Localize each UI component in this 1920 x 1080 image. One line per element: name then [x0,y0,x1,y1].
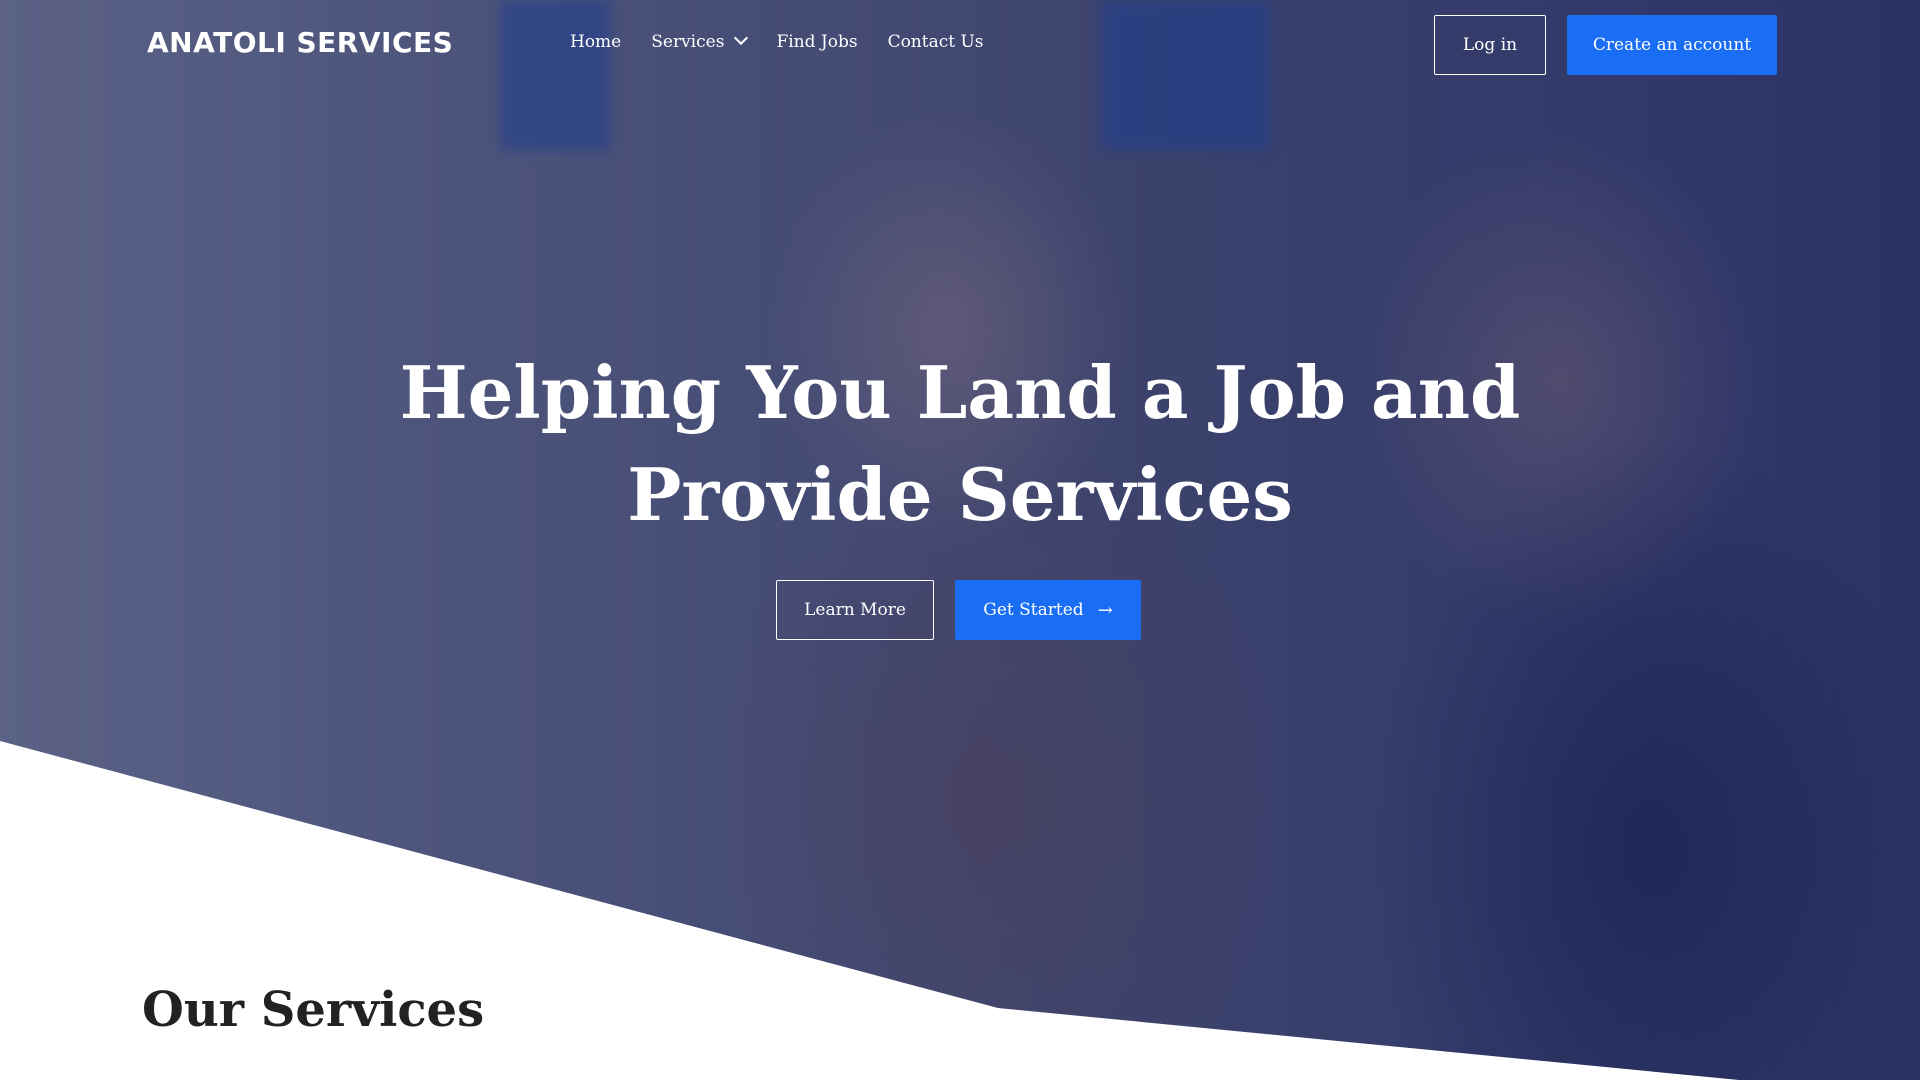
login-button[interactable]: Log in [1434,15,1546,75]
nav-services-label: Services [651,32,725,52]
get-started-label: Get Started [983,600,1084,620]
chevron-down-icon [734,30,749,46]
get-started-button[interactable]: Get Started → [955,580,1141,640]
hero-headline-line1: Helping You Land a Job and [399,350,1521,435]
hero-headline: Helping You Land a Job and Provide Servi… [0,342,1920,546]
site-logo[interactable]: ANATOLI SERVICES [147,26,453,59]
hero-headline-line2: Provide Services [627,452,1293,537]
nav-services[interactable]: Services [651,30,749,52]
nav-find-jobs[interactable]: Find Jobs [776,32,857,52]
nav-contact-us[interactable]: Contact Us [888,32,984,52]
create-account-button[interactable]: Create an account [1567,15,1777,75]
nav-home[interactable]: Home [570,32,621,52]
main-nav: Home Services Find Jobs Contact Us [570,30,984,52]
learn-more-button[interactable]: Learn More [776,580,934,640]
services-section-title: Our Services [142,982,485,1038]
arrow-right-icon: → [1097,599,1113,621]
